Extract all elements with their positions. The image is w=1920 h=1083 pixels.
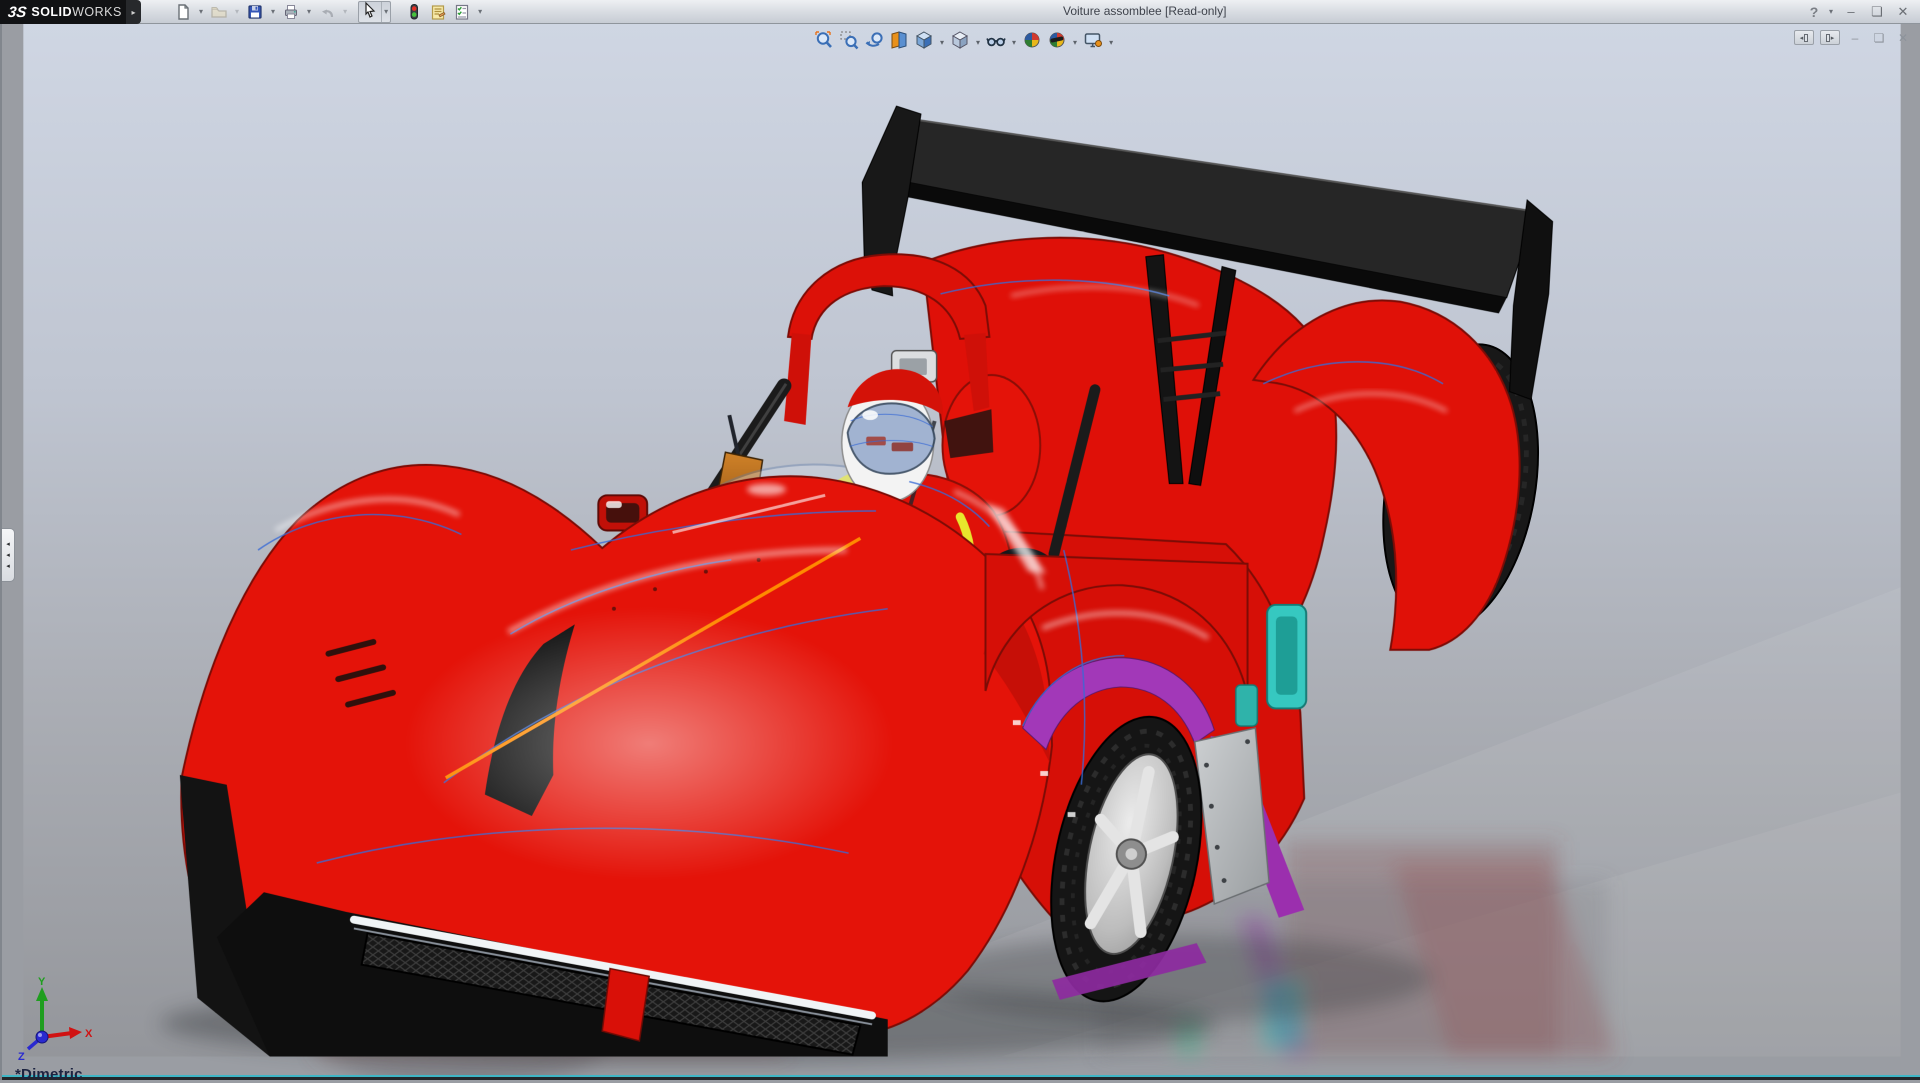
save-dropdown[interactable]: ▾ bbox=[268, 1, 278, 23]
monitor-settings-icon bbox=[1083, 30, 1103, 55]
expand-arrow-icon: ▸ bbox=[131, 8, 135, 17]
file-properties-button[interactable] bbox=[427, 1, 449, 23]
zoom-to-fit-button[interactable] bbox=[812, 29, 836, 56]
collapse-pane-button[interactable]: ◂ bbox=[1794, 30, 1814, 45]
hide-show-items-button[interactable] bbox=[984, 29, 1008, 56]
menu-expand-tab[interactable]: ▸ bbox=[126, 0, 141, 24]
view-orientation-label: *Dimetric bbox=[15, 1066, 83, 1083]
hide-show-dropdown[interactable]: ▾ bbox=[1009, 38, 1019, 47]
view-settings-dropdown[interactable]: ▾ bbox=[1106, 38, 1116, 47]
status-bar-edge bbox=[2, 1075, 1920, 1080]
magnifier-icon bbox=[814, 30, 834, 55]
pane-bar-icon bbox=[1826, 34, 1830, 42]
collapse-arrow-icon: ◂ bbox=[6, 540, 10, 548]
expand-pane-button[interactable]: ▸ bbox=[1820, 30, 1840, 45]
undo-button[interactable] bbox=[316, 1, 338, 23]
print-dropdown[interactable]: ▾ bbox=[304, 1, 314, 23]
edit-appearance-button[interactable] bbox=[1020, 29, 1044, 56]
section-cut-icon bbox=[889, 30, 909, 55]
document-minimize-button[interactable]: – bbox=[1846, 31, 1864, 45]
coordinate-triad: Y X Z bbox=[8, 975, 94, 1066]
options-dropdown[interactable]: ▾ bbox=[475, 1, 485, 23]
help-dropdown[interactable]: ▾ bbox=[1826, 1, 1836, 23]
view-orientation-dropdown[interactable]: ▾ bbox=[937, 38, 947, 47]
window-restore-button[interactable]: ❏ bbox=[1866, 0, 1888, 24]
apply-scene-dropdown[interactable]: ▾ bbox=[1070, 38, 1080, 47]
svg-text:Z: Z bbox=[18, 1051, 25, 1061]
svg-text:Y: Y bbox=[38, 976, 46, 988]
window-close-button[interactable]: ✕ bbox=[1892, 0, 1914, 24]
help-button[interactable]: ? bbox=[1806, 4, 1822, 20]
select-cursor-icon bbox=[361, 1, 379, 24]
standard-toolbar: ▾ ▾ ▾ ▾ ▾ ▾ ▾ bbox=[172, 0, 485, 24]
svg-text:X: X bbox=[85, 1028, 93, 1040]
document-close-button[interactable]: ✕ bbox=[1894, 31, 1912, 45]
rebuild-button[interactable] bbox=[403, 1, 425, 23]
apply-scene-button[interactable] bbox=[1045, 29, 1069, 56]
display-style-dropdown[interactable]: ▾ bbox=[973, 38, 983, 47]
collapse-arrow-icon: ◂ bbox=[6, 562, 10, 570]
solidworks-logo[interactable]: 3SSOLIDWORKS bbox=[0, 0, 126, 24]
eyeglasses-icon bbox=[986, 30, 1006, 55]
print-icon bbox=[282, 3, 300, 21]
select-dropdown[interactable]: ▾ bbox=[381, 2, 390, 22]
pane-expand-arrow-icon: ▸ bbox=[1831, 34, 1835, 42]
options-button[interactable] bbox=[451, 1, 473, 23]
title-bar: 3SSOLIDWORKS ▸ ▾ ▾ ▾ ▾ ▾ ▾ ▾ bbox=[0, 0, 1920, 24]
pane-bar-icon bbox=[1804, 34, 1808, 42]
viewport-3d-scene[interactable] bbox=[2, 24, 1920, 1080]
heads-up-view-toolbar: ▾ ▾ ▾ ▾ ▾ bbox=[812, 29, 1116, 56]
save-floppy-icon bbox=[246, 3, 264, 21]
select-tool-group: ▾ bbox=[358, 1, 391, 23]
triad-x-axis: X bbox=[42, 1027, 93, 1040]
document-window-controls: ◂ ▸ – ❏ ✕ bbox=[1794, 30, 1912, 45]
window-title: Voiture assomblee [Read-only] bbox=[1063, 4, 1226, 18]
shaded-cube-icon bbox=[950, 30, 970, 55]
new-document-button[interactable] bbox=[172, 1, 194, 23]
section-view-button[interactable] bbox=[887, 29, 911, 56]
display-style-button[interactable] bbox=[948, 29, 972, 56]
window-controls: ? ▾ – ❏ ✕ bbox=[1806, 0, 1914, 24]
traffic-light-icon bbox=[405, 3, 423, 21]
view-orientation-button[interactable] bbox=[912, 29, 936, 56]
back-arrow-lens-icon bbox=[864, 30, 884, 55]
window-minimize-button[interactable]: – bbox=[1840, 0, 1862, 24]
triad-y-axis: Y bbox=[36, 976, 48, 1037]
undo-dropdown[interactable]: ▾ bbox=[340, 1, 350, 23]
scene-ball-icon bbox=[1047, 30, 1067, 55]
open-folder-icon bbox=[210, 3, 228, 21]
new-document-icon bbox=[174, 3, 192, 21]
collapse-arrow-icon: ◂ bbox=[6, 551, 10, 559]
graphics-viewport[interactable]: ▾ ▾ ▾ ▾ ▾ ◂ ▸ – ❏ ✕ ◂ ◂ bbox=[0, 24, 1920, 1080]
triad-origin-ball bbox=[36, 1031, 48, 1043]
open-dropdown[interactable]: ▾ bbox=[232, 1, 242, 23]
print-button[interactable] bbox=[280, 1, 302, 23]
note-sheet-icon bbox=[429, 3, 447, 21]
zoom-to-area-button[interactable] bbox=[837, 29, 861, 56]
feature-pane-collapse-tab[interactable]: ◂ ◂ ◂ bbox=[2, 528, 15, 582]
new-dropdown[interactable]: ▾ bbox=[196, 1, 206, 23]
color-ball-icon bbox=[1022, 30, 1042, 55]
document-restore-button[interactable]: ❏ bbox=[1870, 31, 1888, 45]
pane-collapse-arrow-icon: ◂ bbox=[1800, 34, 1804, 42]
view-cube-icon bbox=[914, 30, 934, 55]
brand-solid: SOLID bbox=[31, 5, 72, 19]
brand-works: WORKS bbox=[72, 5, 122, 19]
open-button[interactable] bbox=[208, 1, 230, 23]
solidworks-logo-mark-icon: 3S bbox=[7, 4, 28, 21]
magnifier-area-icon bbox=[839, 30, 859, 55]
select-tool-button[interactable] bbox=[359, 2, 381, 22]
options-checklist-icon bbox=[453, 3, 471, 21]
undo-arrow-icon bbox=[318, 3, 336, 21]
previous-view-button[interactable] bbox=[862, 29, 886, 56]
view-settings-button[interactable] bbox=[1081, 29, 1105, 56]
save-button[interactable] bbox=[244, 1, 266, 23]
